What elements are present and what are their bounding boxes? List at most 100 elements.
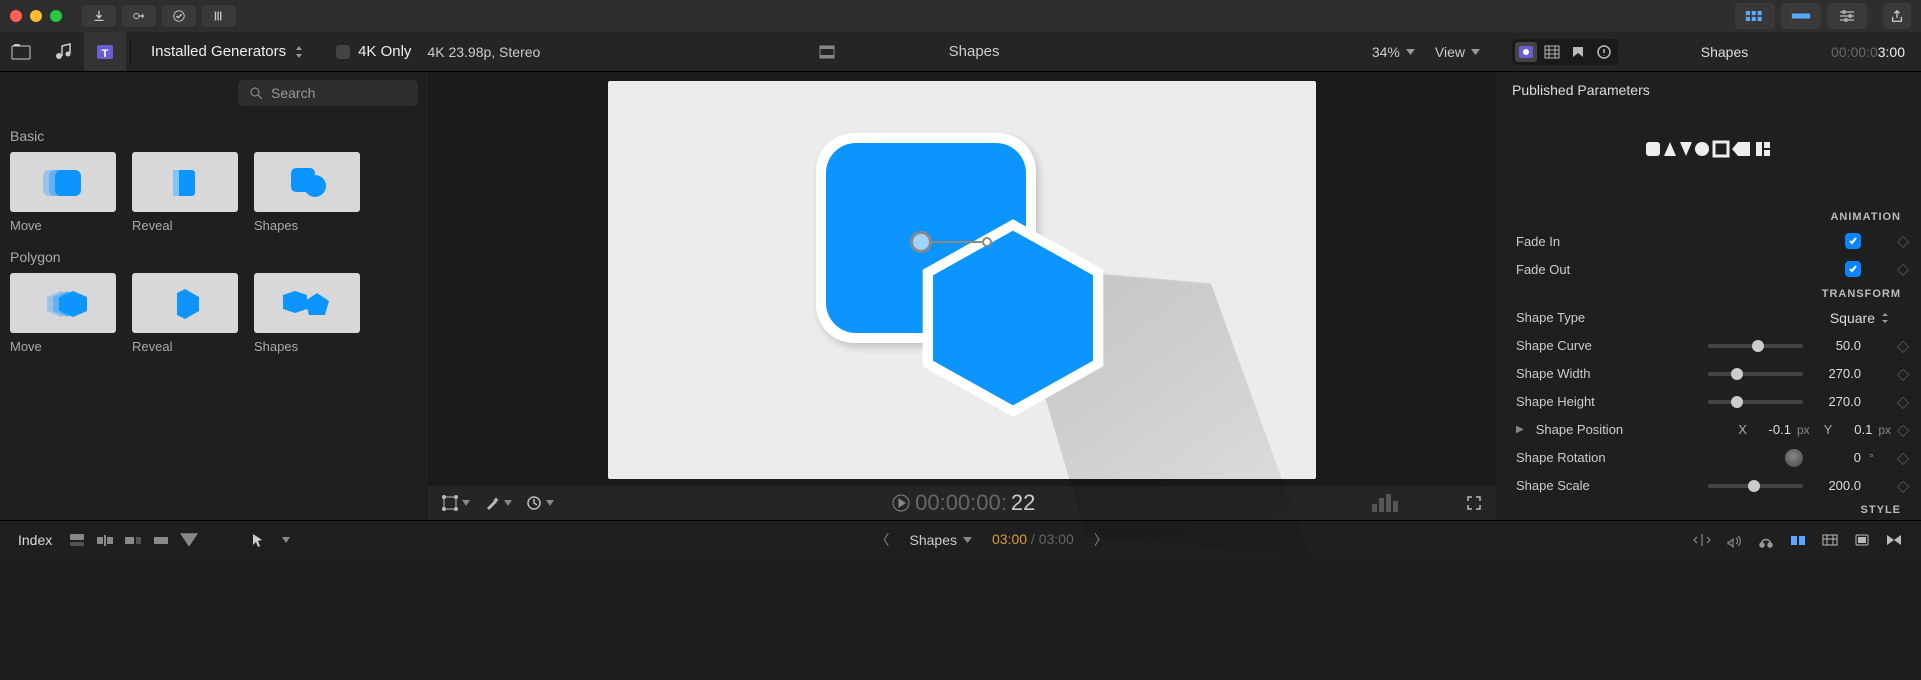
- 4k-only-label: 4K Only: [358, 43, 411, 60]
- generator-polygon-move[interactable]: Move: [10, 273, 116, 354]
- insert-clip-icon[interactable]: [96, 532, 114, 548]
- audio-skimming-icon[interactable]: [1725, 532, 1743, 548]
- browser-toggle[interactable]: [1735, 3, 1775, 29]
- transform-tool[interactable]: [442, 495, 470, 511]
- thumb-label: Shapes: [254, 218, 360, 233]
- zoom-value: 34%: [1372, 44, 1400, 60]
- param-shape-rotation: Shape Rotation 0 ° ◇: [1496, 444, 1921, 472]
- timeline-time: 03:00 / 03:00: [992, 531, 1074, 548]
- filmstrip-icon: [819, 45, 835, 59]
- generators-dropdown[interactable]: Installed Generators: [135, 43, 320, 60]
- timeline-index-button[interactable]: Index: [18, 532, 52, 548]
- shape-curve-slider[interactable]: [1708, 344, 1803, 348]
- param-fade-out: Fade Out ◇: [1496, 255, 1921, 283]
- media-tab-audio[interactable]: [42, 32, 84, 71]
- snapping-icon[interactable]: [1789, 532, 1807, 548]
- viewer-canvas[interactable]: [608, 81, 1316, 479]
- thumb-label: Move: [10, 218, 116, 233]
- import-button[interactable]: [82, 5, 116, 27]
- inspector-header: Published Parameters: [1496, 72, 1921, 108]
- generator-basic-reveal[interactable]: Reveal: [132, 152, 238, 233]
- param-shape-curve: Shape Curve 50.0 ◇: [1496, 332, 1921, 360]
- category-polygon-title: Polygon: [10, 249, 418, 265]
- media-tab-photos[interactable]: [0, 32, 42, 71]
- generator-logo: [1496, 108, 1921, 207]
- inspector-tab-video[interactable]: [1541, 42, 1563, 62]
- inspector-clip-name: Shapes: [1628, 44, 1821, 60]
- search-icon: [250, 87, 263, 100]
- shape-width-slider[interactable]: [1708, 372, 1803, 376]
- arrow-tool[interactable]: [250, 532, 266, 548]
- prev-edit-button[interactable]: 〈: [876, 530, 890, 550]
- generator-basic-move[interactable]: Move: [10, 152, 116, 233]
- inspector-tab-info[interactable]: [1567, 42, 1589, 62]
- section-animation-title: ANIMATION: [1496, 207, 1921, 227]
- enhance-tool[interactable]: [484, 495, 512, 511]
- viewer-panel: 00:00:00:22: [428, 72, 1496, 520]
- param-shape-scale: Shape Scale 200.0 ◇: [1496, 472, 1921, 500]
- background-tasks-button[interactable]: [162, 5, 196, 27]
- thumb-label: Move: [10, 339, 116, 354]
- render-button[interactable]: [202, 5, 236, 27]
- view-dropdown[interactable]: View: [1435, 44, 1480, 60]
- param-shape-type: Shape Type Square: [1496, 304, 1921, 332]
- play-icon: [891, 493, 911, 513]
- param-shape-height: Shape Height 270.0 ◇: [1496, 388, 1921, 416]
- param-shape-width: Shape Width 270.0 ◇: [1496, 360, 1921, 388]
- search-input[interactable]: Search: [238, 80, 418, 106]
- traffic-lights: [10, 10, 62, 22]
- close-window[interactable]: [10, 10, 22, 22]
- fullscreen-button[interactable]: [1466, 495, 1482, 511]
- generator-basic-shapes[interactable]: Shapes: [254, 152, 360, 233]
- chevron-down-icon[interactable]: [282, 537, 290, 543]
- zoom-window[interactable]: [50, 10, 62, 22]
- inspector-tab-share[interactable]: [1593, 42, 1615, 62]
- 4k-only-toggle[interactable]: 4K Only: [336, 43, 411, 60]
- timeline-toolbar: Index 〈 Shapes 03:00 / 03:00 〉: [0, 520, 1921, 558]
- shape-type-select[interactable]: Square: [1830, 310, 1889, 326]
- overwrite-clip-icon[interactable]: [152, 532, 170, 548]
- append-clip-icon[interactable]: [124, 532, 142, 548]
- generators-browser: Search Basic Move Reveal Shapes Polygon: [0, 72, 428, 520]
- disclosure-icon[interactable]: ▶: [1516, 424, 1524, 435]
- solo-icon[interactable]: [1757, 532, 1775, 548]
- keyword-button[interactable]: [122, 5, 156, 27]
- generators-dropdown-label: Installed Generators: [151, 43, 286, 60]
- inspector-toggle[interactable]: [1827, 3, 1867, 29]
- timeline-title[interactable]: Shapes: [910, 532, 972, 548]
- category-basic-title: Basic: [10, 128, 418, 144]
- media-tab-titles[interactable]: T: [84, 32, 126, 71]
- fade-in-checkbox[interactable]: [1845, 233, 1861, 249]
- zoom-dropdown[interactable]: 34%: [1372, 44, 1415, 60]
- param-shape-position: ▶ Shape Position X -0.1 px Y 0.1 px ◇: [1496, 416, 1921, 444]
- share-button[interactable]: [1883, 3, 1911, 29]
- effects-icon[interactable]: [1853, 532, 1871, 548]
- inspector-tab-generator[interactable]: [1515, 42, 1537, 62]
- generator-polygon-reveal[interactable]: Reveal: [132, 273, 238, 354]
- svg-text:T: T: [102, 48, 109, 60]
- transitions-icon[interactable]: [1885, 532, 1903, 548]
- param-fade-in: Fade In ◇: [1496, 227, 1921, 255]
- skimming-icon[interactable]: [1693, 532, 1711, 548]
- clip-appearance-icon[interactable]: [1821, 532, 1839, 548]
- connect-clip-icon[interactable]: [68, 532, 86, 548]
- fade-out-checkbox[interactable]: [1845, 261, 1861, 277]
- 4k-only-checkbox[interactable]: [336, 45, 350, 59]
- pos-x-value[interactable]: -0.1: [1753, 422, 1791, 437]
- inspector-tab-group: [1512, 39, 1618, 65]
- rotation-dial[interactable]: [1785, 449, 1803, 467]
- minimize-window[interactable]: [30, 10, 42, 22]
- thumb-label: Reveal: [132, 339, 238, 354]
- main-area: Search Basic Move Reveal Shapes Polygon: [0, 72, 1921, 520]
- shape-scale-slider[interactable]: [1708, 484, 1803, 488]
- pos-y-value[interactable]: 0.1: [1838, 422, 1872, 437]
- inspector-panel: Published Parameters ANIMATION Fade In ◇: [1496, 72, 1921, 520]
- timeline-toggle[interactable]: [1781, 3, 1821, 29]
- toolbar-secondary: T Installed Generators 4K Only 4K 23.98p…: [0, 32, 1921, 72]
- generator-polygon-shapes[interactable]: Shapes: [254, 273, 360, 354]
- chevron-down-icon[interactable]: [180, 532, 198, 548]
- transform-handle[interactable]: [910, 231, 992, 253]
- retime-tool[interactable]: [526, 495, 554, 511]
- shape-height-slider[interactable]: [1708, 400, 1803, 404]
- thumb-label: Shapes: [254, 339, 360, 354]
